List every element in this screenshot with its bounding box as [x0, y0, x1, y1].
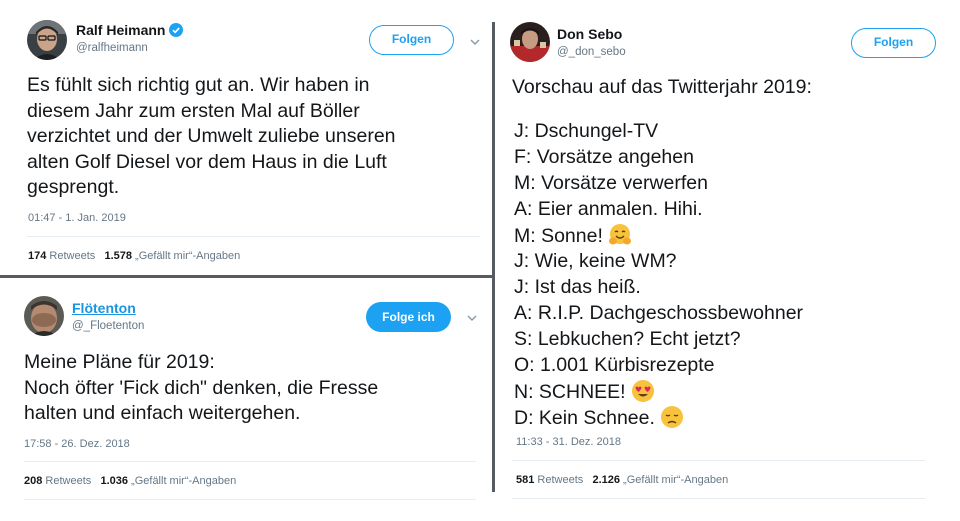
hugging-face-emoji-icon	[608, 224, 631, 245]
list-item: D: Kein Schnee.	[514, 404, 934, 430]
timestamp[interactable]: 01:47 - 1. Jan. 2019	[28, 212, 126, 224]
list-item: J: Ist das heiß.	[514, 276, 641, 298]
list-item: M: Vorsätze verwerfen	[514, 172, 708, 194]
separator-bottom	[24, 499, 476, 500]
engagement-stats: 581 Retweets 2.126 „Gefällt mir“-Angaben	[516, 474, 728, 486]
separator	[24, 461, 476, 462]
retweet-count[interactable]: 581	[516, 474, 534, 486]
display-name[interactable]: Ralf Heimann	[76, 22, 184, 38]
timestamp[interactable]: 17:58 - 26. Dez. 2018	[24, 438, 130, 450]
chevron-down-icon[interactable]	[470, 37, 480, 47]
separator	[27, 236, 480, 237]
separator	[512, 460, 925, 461]
avatar[interactable]	[24, 296, 64, 336]
vertical-divider	[492, 22, 495, 492]
heart-eyes-emoji-icon	[631, 380, 654, 402]
chevron-down-icon[interactable]	[467, 313, 477, 323]
horizontal-divider	[0, 275, 492, 278]
list-item: A: Eier anmalen. Hihi.	[514, 198, 703, 220]
list-item: F: Vorsätze angehen	[514, 146, 694, 168]
month-list: J: Dschungel-TV F: Vorsätze angehen M: V…	[514, 118, 934, 430]
tweet-text: Es fühlt sich richtig gut an. Wir haben …	[27, 74, 396, 198]
display-name[interactable]: Flötenton	[72, 300, 136, 316]
avatar[interactable]	[510, 22, 550, 62]
verified-badge-icon	[169, 23, 184, 37]
list-item: A: R.I.P. Dachgeschossbewohner	[514, 302, 804, 324]
avatar[interactable]	[27, 20, 67, 60]
tweet-intro: Vorschau auf das Twitterjahr 2019:	[512, 76, 812, 98]
user-handle[interactable]: @ralfheimann	[76, 42, 148, 54]
timestamp[interactable]: 11:33 - 31. Dez. 2018	[516, 436, 621, 448]
list-item: M: Sonne!	[514, 222, 934, 248]
follow-button[interactable]: Folgen	[369, 25, 454, 55]
retweets-label[interactable]: Retweets	[45, 475, 91, 487]
engagement-stats: 208 Retweets 1.036 „Gefällt mir“-Angaben	[24, 475, 236, 487]
likes-label[interactable]: „Gefällt mir“-Angaben	[623, 474, 728, 486]
likes-label[interactable]: „Gefällt mir“-Angaben	[135, 250, 240, 262]
engagement-stats: 174 Retweets 1.578 „Gefällt mir“-Angaben	[28, 250, 240, 262]
user-handle[interactable]: @_don_sebo	[557, 46, 626, 58]
disappointed-face-emoji-icon	[660, 406, 683, 428]
retweet-count[interactable]: 174	[28, 250, 46, 262]
list-item: S: Lebkuchen? Echt jetzt?	[514, 328, 741, 350]
user-handle[interactable]: @_Floetenton	[72, 320, 144, 332]
retweet-count[interactable]: 208	[24, 475, 42, 487]
list-item: N: SCHNEE!	[514, 378, 934, 404]
display-name[interactable]: Don Sebo	[557, 26, 622, 42]
like-count[interactable]: 1.578	[104, 250, 132, 262]
retweets-label[interactable]: Retweets	[49, 250, 95, 262]
list-item: O: 1.001 Kürbisrezepte	[514, 354, 715, 376]
follow-button[interactable]: Folgen	[851, 28, 936, 58]
list-item: J: Dschungel-TV	[514, 120, 659, 142]
tweet-text: Meine Pläne für 2019: Noch öfter 'Fick d…	[24, 351, 379, 424]
following-button[interactable]: Folge ich	[366, 302, 451, 332]
retweets-label[interactable]: Retweets	[537, 474, 583, 486]
separator-bottom	[512, 498, 925, 499]
likes-label[interactable]: „Gefällt mir“-Angaben	[131, 475, 236, 487]
list-item: J: Wie, keine WM?	[514, 250, 677, 272]
like-count[interactable]: 1.036	[100, 475, 128, 487]
like-count[interactable]: 2.126	[592, 474, 620, 486]
